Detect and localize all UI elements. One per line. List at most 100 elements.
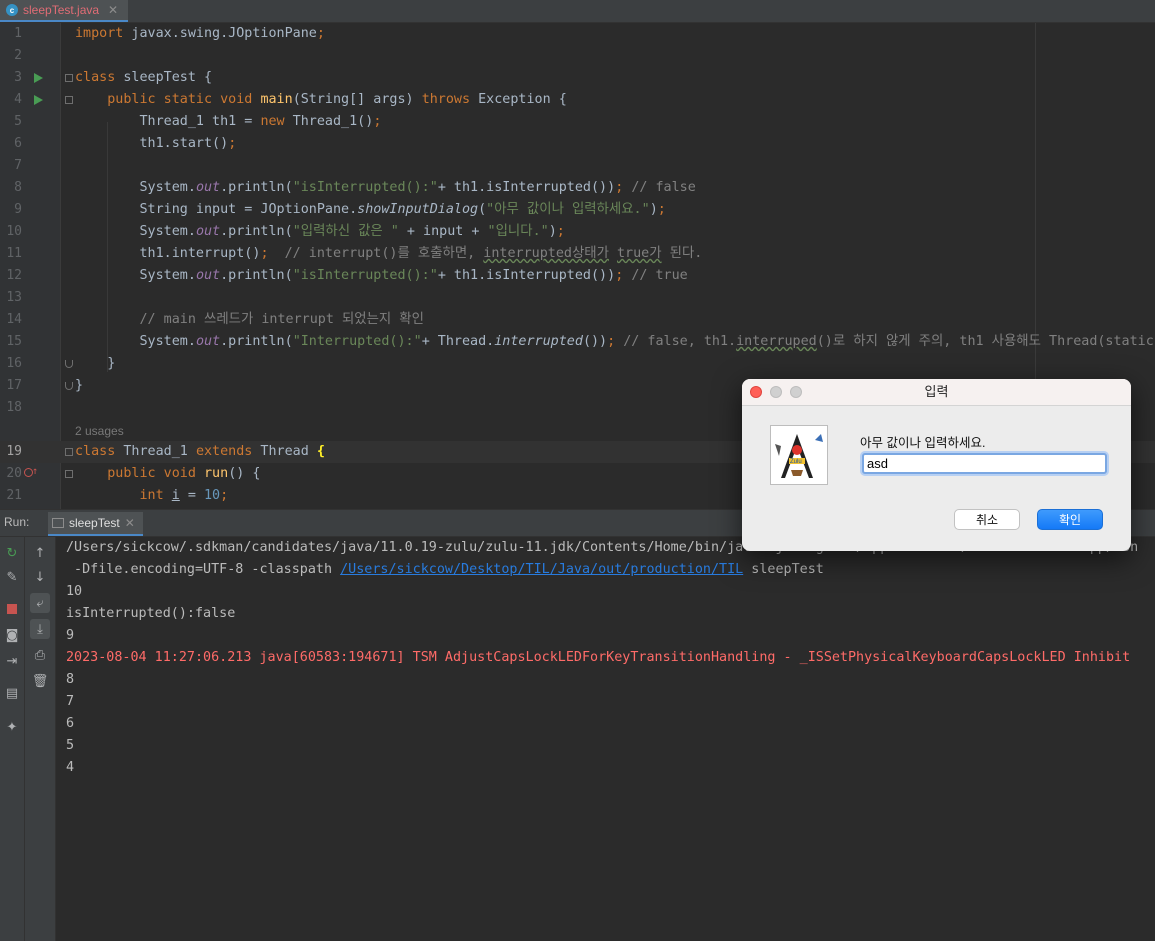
- fold-icon[interactable]: [65, 470, 73, 478]
- line-number: 11: [6, 246, 22, 261]
- stop-icon[interactable]: [2, 599, 22, 619]
- rerun-icon[interactable]: ↻: [2, 543, 22, 563]
- close-icon[interactable]: ✕: [108, 3, 118, 17]
- run-tool-window: Run: sleepTest ✕ ↻ ✎ ◙ ⇥ ▤ ✦ ↑ ↓ ⤶ ⤓ ⎙ 🗑…: [0, 509, 1155, 941]
- arrow-down-icon[interactable]: ↓: [30, 567, 50, 587]
- run-tab-sleeptest[interactable]: sleepTest ✕: [48, 512, 143, 536]
- line-number: 1: [14, 26, 22, 41]
- ok-button[interactable]: 확인: [1037, 509, 1103, 530]
- override-arrow-icon: ↑: [32, 466, 39, 477]
- tab-label: sleepTest.java: [23, 3, 100, 17]
- code-line: 11 th1.interrupt(); // interrupt()를 호출하면…: [0, 243, 1155, 265]
- java-duke-icon: Zulu: [770, 425, 828, 485]
- dialog-message: 아무 값이나 입력하세요.: [860, 436, 986, 450]
- code-text: System.out.println("isInterrupted():"+ t…: [75, 268, 688, 283]
- run-toolbar-left: ↻ ✎ ◙ ⇥ ▤ ✦: [0, 537, 25, 941]
- code-text: int i = 10;: [139, 488, 229, 503]
- code-text: class sleepTest {: [75, 70, 213, 85]
- arrow-up-icon[interactable]: ↑: [30, 543, 50, 563]
- code-text: th1.start();: [75, 136, 237, 151]
- code-line: 5 Thread_1 th1 = new Thread_1();: [0, 111, 1155, 133]
- run-tab-label: sleepTest: [69, 516, 120, 530]
- fold-end-icon[interactable]: [65, 360, 73, 368]
- line-number: 4: [14, 92, 22, 107]
- line-number: 3: [14, 70, 22, 85]
- trash-icon[interactable]: 🗑: [30, 671, 50, 691]
- fold-icon[interactable]: [65, 448, 73, 456]
- code-text: }: [75, 356, 116, 371]
- dialog-text-input[interactable]: [862, 453, 1107, 474]
- fold-icon[interactable]: [65, 74, 73, 82]
- input-dialog: 입력 Zulu 아무 값이나 입력하세요. 취소 확인: [742, 379, 1131, 551]
- code-line: 4 public static void main(String[] args)…: [0, 89, 1155, 111]
- code-text: String input = JOptionPane.showInputDial…: [75, 202, 666, 217]
- scroll-to-end-icon[interactable]: ⤓: [30, 619, 50, 639]
- code-text: th1.interrupt(); // interrupt()를 호출하면, i…: [75, 246, 703, 261]
- camera-icon[interactable]: ◙: [2, 625, 22, 645]
- code-line: 15 System.out.println("Interrupted():"+ …: [0, 331, 1155, 353]
- console-text: sleepTest: [743, 562, 824, 577]
- fold-end-icon[interactable]: [65, 382, 73, 390]
- code-line: 16 }: [0, 353, 1155, 375]
- code-line: 6 th1.start();: [0, 133, 1155, 155]
- java-class-icon: c: [6, 4, 18, 16]
- usages-inlay-hint[interactable]: 2 usages: [75, 420, 124, 442]
- code-line: 7: [0, 155, 1155, 177]
- run-gutter-icon[interactable]: [34, 73, 43, 83]
- code-text: }: [75, 378, 84, 393]
- run-label: Run:: [4, 515, 30, 529]
- code-text: import javax.swing.JOptionPane;: [75, 26, 325, 41]
- close-icon[interactable]: ✕: [125, 516, 135, 530]
- editor-tab-bar: c sleepTest.java ✕: [0, 0, 1155, 23]
- code-text: class Thread_1 extends Thread {: [75, 444, 325, 459]
- print-icon[interactable]: ⎙: [30, 645, 50, 665]
- line-number: 17: [6, 378, 22, 393]
- soft-wrap-icon[interactable]: ⤶: [30, 593, 50, 613]
- dialog-titlebar[interactable]: 입력: [742, 379, 1131, 406]
- code-line: 2: [0, 45, 1155, 67]
- line-number: 2: [14, 48, 22, 63]
- line-number: 19: [6, 444, 22, 459]
- line-number: 9: [14, 202, 22, 217]
- code-text: System.out.println("isInterrupted():"+ t…: [75, 180, 696, 195]
- code-line: 8 System.out.println("isInterrupted():"+…: [0, 177, 1155, 199]
- code-line: 1 import javax.swing.JOptionPane;: [0, 23, 1155, 45]
- tab-sleeptest-java[interactable]: c sleepTest.java ✕: [0, 0, 129, 22]
- console-line: 4: [66, 760, 75, 775]
- line-number: 5: [14, 114, 22, 129]
- pin-icon[interactable]: ✦: [2, 717, 22, 737]
- exit-icon[interactable]: ⇥: [2, 651, 22, 671]
- wrench-icon[interactable]: ✎: [2, 567, 22, 587]
- code-line: 14 // main 쓰레드가 interrupt 되었는지 확인: [0, 309, 1155, 331]
- code-line: 13: [0, 287, 1155, 309]
- code-text: Thread_1 th1 = new Thread_1();: [75, 114, 382, 129]
- code-line: 9 String input = JOptionPane.showInputDi…: [0, 199, 1155, 221]
- run-gutter-icon[interactable]: [34, 95, 43, 105]
- console-output[interactable]: /Users/sickcow/.sdkman/candidates/java/1…: [66, 537, 1155, 941]
- console-line: 10: [66, 584, 83, 599]
- line-number: 18: [6, 400, 22, 415]
- fold-icon[interactable]: [65, 96, 73, 104]
- line-number: 7: [14, 158, 22, 173]
- console-line: -Dfile.encoding=UTF-8 -classpath /Users/…: [66, 559, 824, 581]
- classpath-link[interactable]: /Users/sickcow/Desktop/TIL/Java/out/prod…: [340, 562, 743, 577]
- line-number: 21: [6, 488, 22, 503]
- line-number: 12: [6, 268, 22, 283]
- console-line: 5: [66, 738, 75, 753]
- console-text: -Dfile.encoding=UTF-8 -classpath: [66, 562, 341, 577]
- line-number: 8: [14, 180, 22, 195]
- code-line: 12 System.out.println("isInterrupted():"…: [0, 265, 1155, 287]
- console-error-line: 2023-08-04 11:27:06.213 java[60583:19467…: [66, 650, 1131, 665]
- console-icon: [52, 518, 64, 528]
- cancel-button[interactable]: 취소: [954, 509, 1020, 530]
- code-line: 3 class sleepTest {: [0, 67, 1155, 89]
- layout-icon[interactable]: ▤: [2, 683, 22, 703]
- line-number: 14: [6, 312, 22, 327]
- code-text: System.out.println("Interrupted():"+ Thr…: [75, 334, 1154, 349]
- zulu-logo-text: Zulu: [790, 459, 802, 465]
- code-text: public static void main(String[] args) t…: [107, 92, 567, 107]
- code-text: // main 쓰레드가 interrupt 되었는지 확인: [139, 312, 424, 327]
- line-number: 13: [6, 290, 22, 305]
- console-line: 7: [66, 694, 75, 709]
- line-number: 15: [6, 334, 22, 349]
